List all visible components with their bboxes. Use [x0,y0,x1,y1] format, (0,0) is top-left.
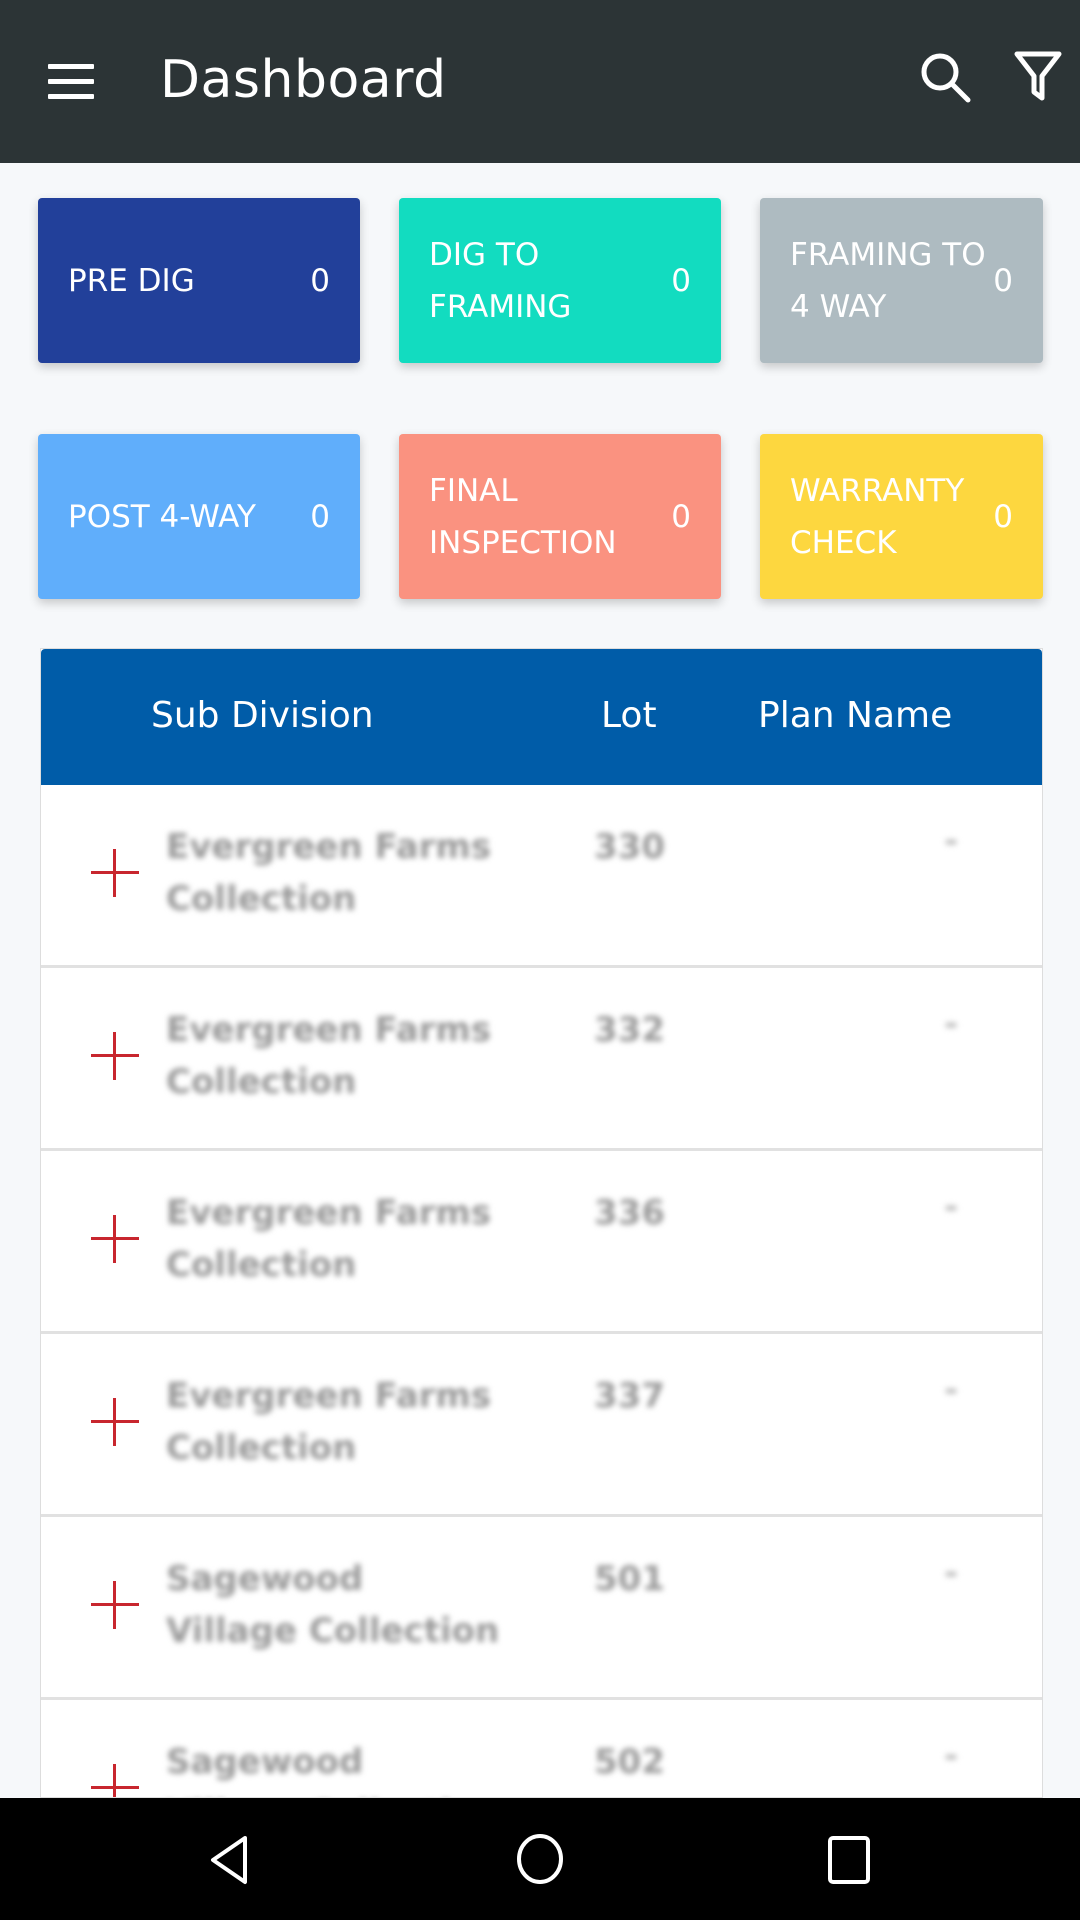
plan-name-cell: - [944,821,959,861]
stage-card-framing-to-4-way[interactable]: FRAMING TO 4 WAY 0 [760,198,1043,363]
filter-icon[interactable] [1014,50,1062,104]
stage-label: PRE DIG [68,262,195,299]
expand-plus-icon[interactable] [91,1398,139,1446]
stage-card-final-inspection[interactable]: FINAL INSPECTION 0 [399,434,721,599]
expand-plus-icon[interactable] [91,849,139,897]
subdivision-cell: Evergreen Farms Collection [166,827,492,919]
recents-icon[interactable] [826,1834,872,1886]
plan-name-cell: - [944,1736,959,1776]
plan-name-cell: - [944,1370,959,1410]
lot-cell: 332 [594,1010,665,1050]
page-title: Dashboard [160,50,447,110]
column-header-lot[interactable]: Lot [601,695,657,736]
app-bar: Dashboard [0,0,1080,163]
subdivision-cell: Evergreen Farms Collection [166,1010,492,1102]
column-header-subdivision[interactable]: Sub Division [151,695,374,736]
table-row[interactable]: Evergreen Farms Collection 337 - [41,1334,1042,1517]
stage-label: POST 4-WAY [68,498,256,535]
subdivision-cell: Evergreen Farms Collection [166,1193,492,1285]
expand-plus-icon[interactable] [91,1764,139,1797]
stage-count: 0 [310,498,330,535]
table-row[interactable]: Sagewood Village Collection 502 - [41,1700,1042,1797]
subdivision-cell: Sagewood Village Collection [166,1742,499,1797]
stage-count: 0 [310,262,330,299]
lots-table: Sub Division Lot Plan Name Evergreen Far… [40,648,1043,1798]
expand-plus-icon[interactable] [91,1215,139,1263]
search-icon[interactable] [918,50,972,104]
plan-name-cell: - [944,1553,959,1593]
table-header: Sub Division Lot Plan Name [41,649,1042,785]
subdivision-cell: Sagewood Village Collection [166,1559,500,1651]
expand-plus-icon[interactable] [91,1581,139,1629]
stage-card-pre-dig[interactable]: PRE DIG 0 [38,198,360,363]
lot-cell: 336 [594,1193,665,1233]
subdivision-cell: Evergreen Farms Collection [166,1376,492,1468]
stage-count: 0 [993,262,1013,299]
lot-cell: 502 [594,1742,665,1782]
table-row[interactable]: Sagewood Village Collection 501 - [41,1517,1042,1700]
plan-name-cell: - [944,1187,959,1227]
table-row[interactable]: Evergreen Farms Collection 330 - [41,785,1042,968]
stage-card-dig-to-framing[interactable]: DIG TO FRAMING 0 [399,198,721,363]
table-row[interactable]: Evergreen Farms Collection 332 - [41,968,1042,1151]
home-icon[interactable] [514,1832,566,1886]
back-icon[interactable] [205,1834,255,1886]
lot-cell: 330 [594,827,665,867]
lot-cell: 501 [594,1559,665,1599]
plan-name-cell: - [944,1004,959,1044]
system-nav-bar [0,1798,1080,1920]
stage-count: 0 [671,262,691,299]
expand-plus-icon[interactable] [91,1032,139,1080]
stage-card-warranty-check[interactable]: WARRANTY CHECK 0 [760,434,1043,599]
table-row[interactable]: Evergreen Farms Collection 336 - [41,1151,1042,1334]
lot-cell: 337 [594,1376,665,1416]
stage-label: DIG TO FRAMING [429,236,572,325]
stage-card-post-4-way[interactable]: POST 4-WAY 0 [38,434,360,599]
stage-label: FINAL INSPECTION [429,472,617,561]
stage-count: 0 [671,498,691,535]
stage-label: WARRANTY CHECK [790,472,965,561]
stage-label: FRAMING TO 4 WAY [790,236,986,325]
menu-icon[interactable] [48,64,94,100]
column-header-plan-name[interactable]: Plan Name [758,695,952,736]
stage-count: 0 [993,498,1013,535]
